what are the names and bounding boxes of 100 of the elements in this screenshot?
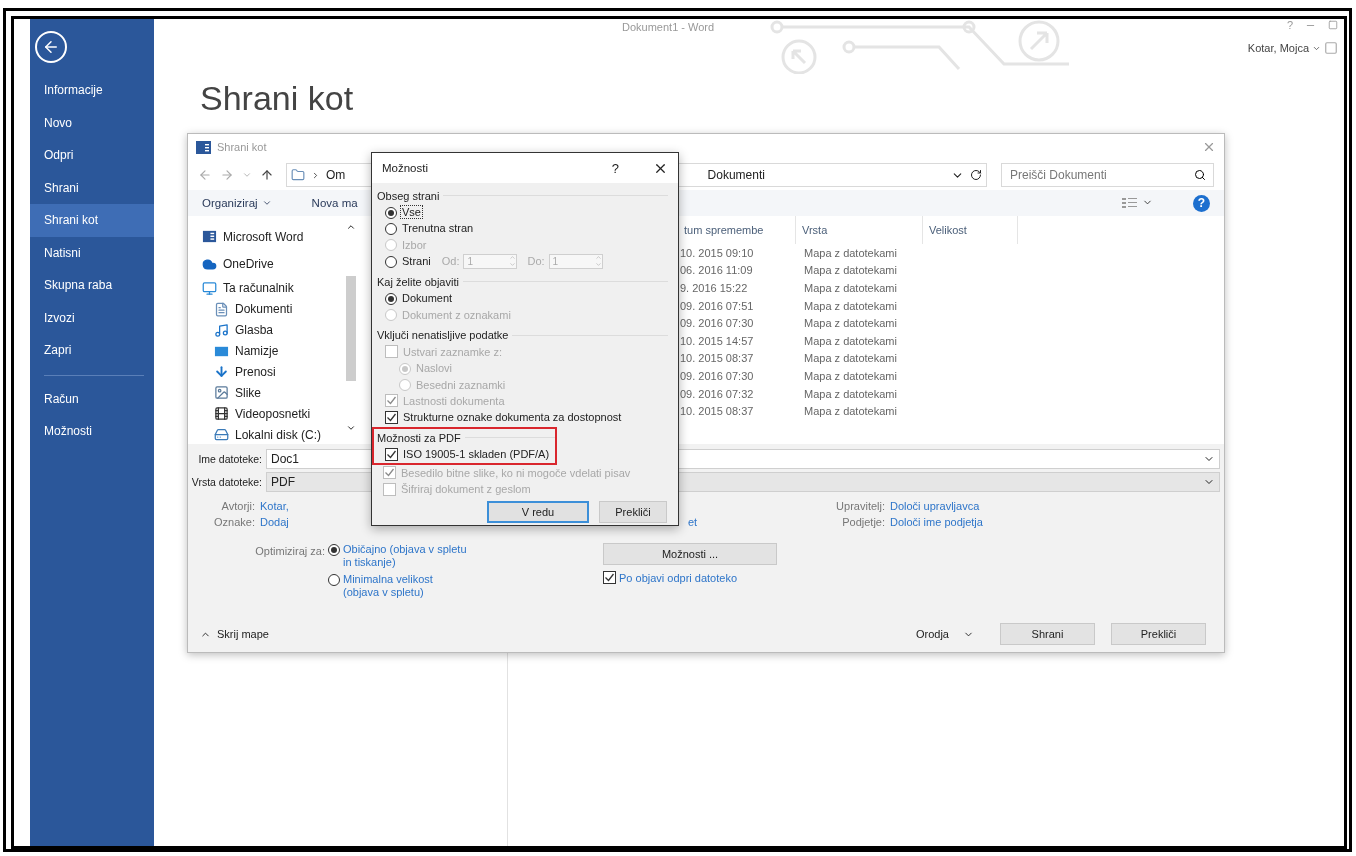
group-title: Možnosti za PDF	[377, 431, 461, 444]
dialog-title: Možnosti	[382, 162, 429, 174]
cloud-icon	[202, 256, 217, 272]
table-cell-text: Mapa z datotekami	[803, 387, 898, 400]
option-label: Šifriraj dokument z geslom	[400, 483, 532, 495]
hide-folders-button[interactable]: Skrij mape	[200, 628, 269, 640]
radio-button[interactable]	[328, 544, 340, 556]
view-icon[interactable]	[1122, 197, 1153, 209]
radio-button[interactable]	[385, 292, 397, 305]
table-cell-text: Mapa z datotekami	[803, 246, 898, 259]
nav-item[interactable]: Slike	[202, 383, 344, 403]
checkbox-label[interactable]: Po objavi odpri datoteko	[619, 571, 738, 584]
option-label: Ustvari zaznamke z:	[402, 345, 504, 358]
help-icon[interactable]: ?	[1193, 194, 1210, 212]
optimize-label: Optimiziraj za:	[254, 544, 326, 559]
nav-item[interactable]: Glasba	[202, 320, 344, 340]
nav-item[interactable]: Dokumenti	[202, 299, 344, 319]
sidebar-item[interactable]: Izvozi	[30, 301, 154, 334]
sidebar-item[interactable]: Informacije	[30, 74, 154, 107]
meta-link[interactable]: Kotar,	[260, 500, 289, 512]
nav-item[interactable]: Lokalni disk (C:)	[202, 425, 344, 444]
option-link[interactable]: Minimalna velikost (objava v spletu)	[343, 573, 468, 599]
table-cell-text: Mapa z datotekami	[803, 264, 898, 277]
sidebar-item[interactable]: Odpri	[30, 139, 154, 172]
back-button[interactable]	[35, 31, 67, 63]
column-header[interactable]: Vrsta	[796, 216, 923, 244]
scroll-down-icon[interactable]	[346, 423, 356, 433]
table-cell-text: 09. 2016 07:51	[679, 299, 755, 312]
sidebar-item[interactable]: Skupna raba	[30, 269, 154, 302]
option-link[interactable]: Običajno (objava v spletu in tiskanje)	[343, 543, 468, 569]
nav-item[interactable]: Microsoft Word	[202, 224, 344, 250]
table-cell-text: 06. 2016 11:09	[679, 264, 754, 277]
table-cell-text: Mapa z datotekami	[803, 334, 898, 347]
refresh-icon	[969, 169, 982, 181]
meta-link[interactable]: et	[688, 516, 698, 528]
radio-button[interactable]	[385, 222, 397, 235]
checkbox[interactable]	[603, 571, 616, 584]
meta-link[interactable]: Določi ime podjetja	[890, 516, 983, 528]
sidebar-item[interactable]: Račun	[30, 382, 154, 415]
up-arrow-icon	[260, 168, 274, 182]
option-label: Trenutna stran	[401, 222, 475, 235]
tools-button[interactable]: Orodja	[915, 628, 974, 640]
new-folder-button[interactable]: Nova ma	[311, 197, 358, 209]
nav-item[interactable]: Videoposnetki	[202, 404, 344, 424]
nav-label: OneDrive	[223, 257, 274, 272]
field-label: Ime datoteke:	[197, 452, 263, 465]
nav-item[interactable]: Namizje	[202, 341, 344, 361]
nav-item[interactable]: Ta računalnik	[202, 278, 344, 298]
chevron-icon	[311, 170, 320, 180]
caret-icon	[242, 170, 252, 180]
account-name[interactable]: Kotar, Mojca	[1247, 42, 1309, 54]
option-label: Lastnosti dokumenta	[402, 394, 506, 407]
option-label: Dokument	[401, 292, 454, 305]
to-label: Do:	[527, 255, 545, 268]
table-cell-text: 9. 2016 15:22	[679, 282, 749, 294]
sidebar-item[interactable]: Shrani kot	[30, 204, 154, 237]
scroll-up-icon[interactable]	[346, 222, 356, 232]
from-label: Od:	[441, 255, 460, 268]
group-title: Obseg strani	[377, 189, 440, 202]
dialog-button[interactable]: Prekliči	[599, 501, 667, 524]
table-cell-text: 10. 2015 14:57	[679, 334, 755, 347]
search-field[interactable]: Preišči Dokumenti	[1000, 163, 1214, 187]
dialog-button[interactable]: V redu	[487, 501, 589, 524]
nav-label: Slike	[235, 385, 261, 400]
meta-label: Oznake:	[213, 516, 256, 528]
dialog-button[interactable]: Prekliči	[1111, 623, 1206, 645]
sidebar-item[interactable]: Novo	[30, 106, 154, 139]
help-button[interactable]: ?	[611, 160, 619, 176]
nav-label: Glasba	[235, 323, 274, 338]
radio-button[interactable]	[328, 574, 340, 586]
nav-item[interactable]: Prenosi	[202, 362, 344, 382]
option-label: Strani	[401, 255, 432, 268]
sidebar-item[interactable]: Natisni	[30, 236, 154, 269]
meta-link[interactable]: Dodaj	[260, 516, 289, 528]
picture-icon	[214, 385, 229, 401]
sidebar-item[interactable]: Zapri	[30, 334, 154, 367]
sidebar-item[interactable]: Shrani	[30, 171, 154, 204]
breadcrumb[interactable]: Om	[326, 168, 346, 182]
column-header[interactable]: Velikost	[923, 216, 1018, 244]
table-cell-text: 10. 2015 08:37	[679, 405, 755, 418]
nav-label: Namizje	[235, 344, 279, 359]
maximize-icon	[1328, 20, 1338, 30]
checkbox[interactable]	[385, 447, 398, 461]
dialog-button[interactable]: Shrani	[1000, 623, 1095, 645]
table-cell-text: 09. 2016 07:30	[679, 369, 755, 382]
radio-button[interactable]	[385, 255, 397, 268]
nav-label: Microsoft Word	[223, 229, 304, 244]
radio-button[interactable]	[385, 206, 397, 219]
options-button[interactable]: Možnosti ...	[603, 543, 777, 565]
forward-arrow-icon	[220, 168, 234, 182]
table-cell-text: 09. 2016 07:32	[679, 387, 755, 400]
organize-button[interactable]: Organiziraj	[202, 197, 272, 209]
nav-item[interactable]: OneDrive	[202, 251, 344, 277]
table-cell-text: Mapa z datotekami	[803, 299, 898, 312]
table-cell-text: Mapa z datotekami	[803, 405, 898, 418]
breadcrumb[interactable]: Dokumenti	[707, 168, 765, 182]
meta-link[interactable]: Določi upravljavca	[890, 500, 980, 512]
sidebar-item[interactable]: Možnosti	[30, 415, 154, 448]
checkbox[interactable]	[385, 410, 398, 424]
nav-label: Lokalni disk (C:)	[235, 427, 322, 442]
